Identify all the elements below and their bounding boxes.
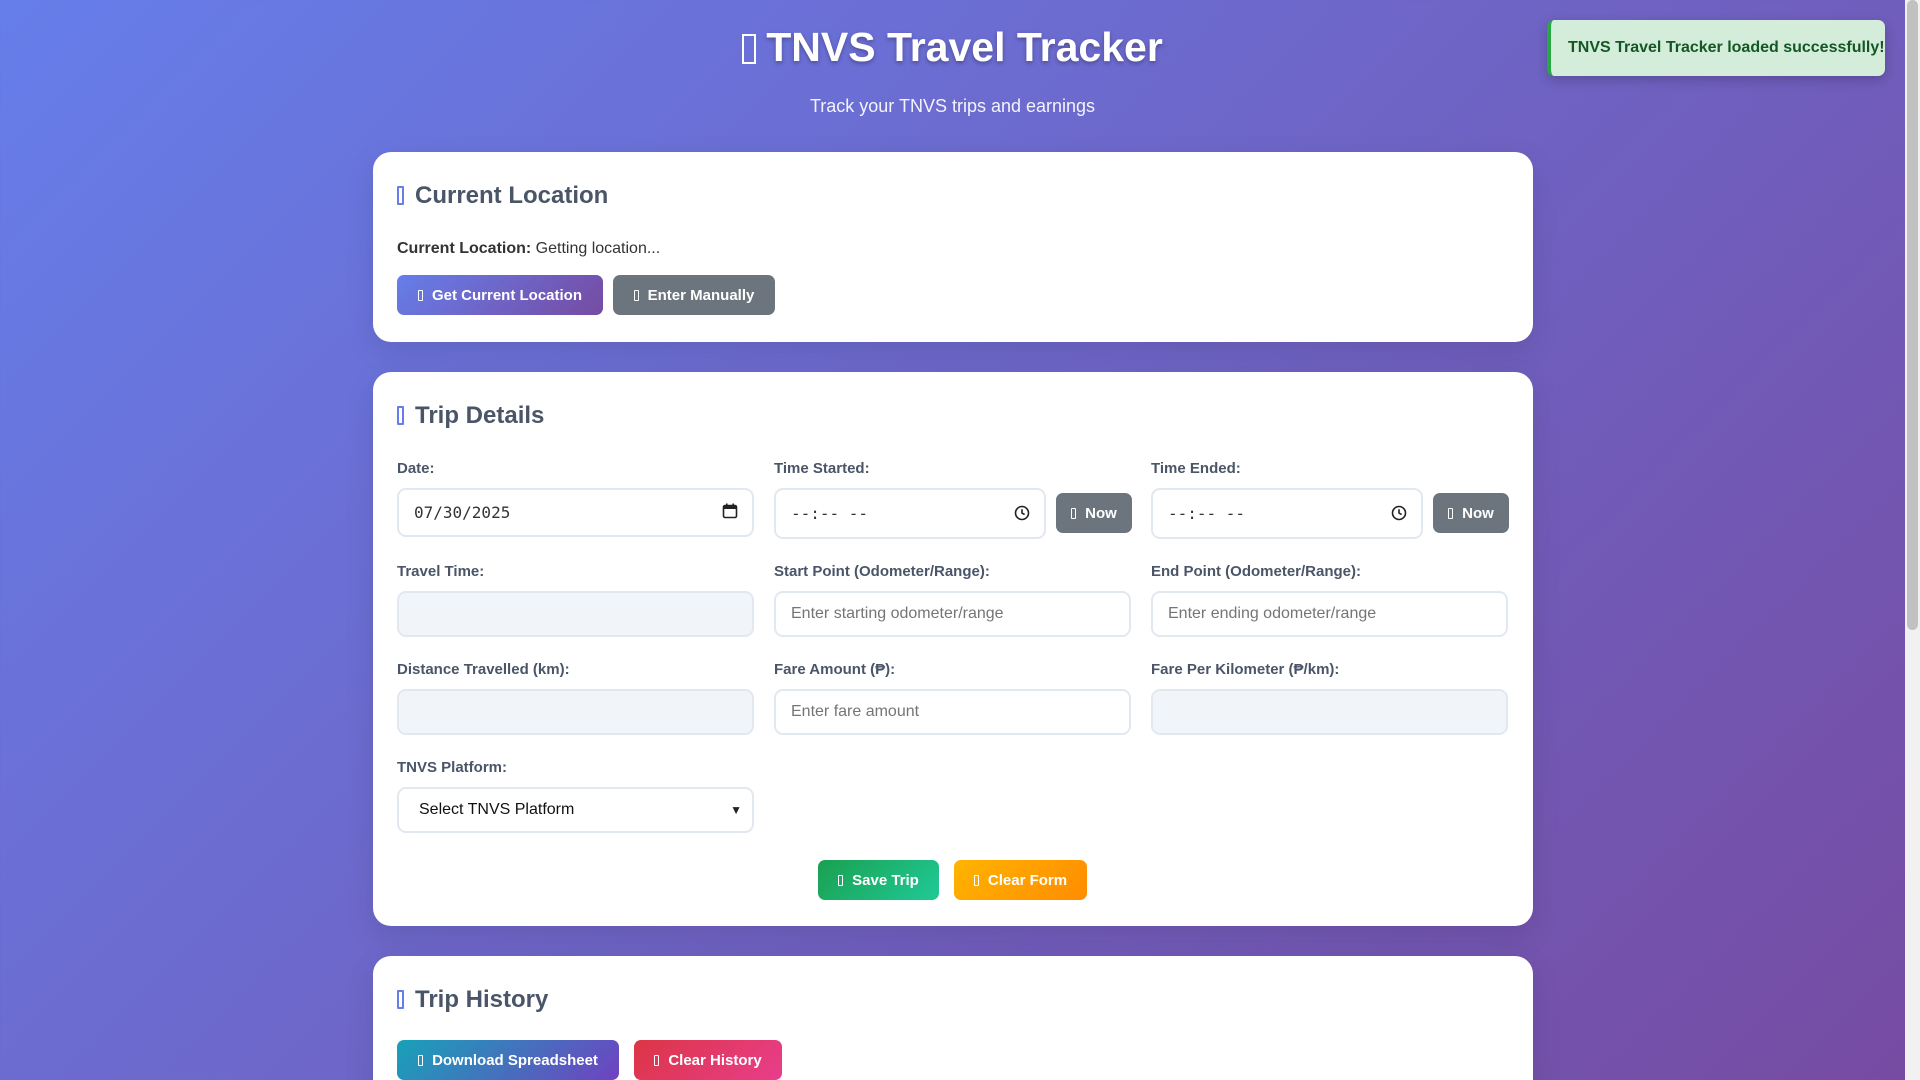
time-ended-now-button[interactable]: Now — [1433, 493, 1509, 533]
success-toast: TNVS Travel Tracker loaded successfully! — [1547, 20, 1885, 76]
save-icon — [838, 874, 844, 886]
chevron-down-icon: ▼ — [730, 803, 742, 817]
trash-icon — [654, 1054, 660, 1066]
current-location-card: Current Location Current Location: Getti… — [373, 152, 1533, 342]
scrollbar-thumb[interactable] — [1907, 0, 1918, 630]
fare-per-km-label: Fare Per Kilometer (₱/km): — [1151, 661, 1340, 678]
date-input[interactable]: 07/30/2025 — [397, 488, 754, 537]
download-icon — [418, 1054, 424, 1066]
page-scrollbar[interactable] — [1905, 0, 1920, 1080]
distance-label: Distance Travelled (km): — [397, 661, 570, 678]
clipboard-icon — [397, 406, 404, 425]
end-point-input[interactable]: Enter ending odometer/range — [1151, 591, 1508, 637]
page: TNVS Travel Tracker Track your TNVS trip… — [0, 0, 1905, 1080]
time-started-label: Time Started: — [774, 460, 870, 477]
calendar-icon[interactable] — [722, 503, 738, 519]
clock-icon — [1071, 507, 1077, 519]
date-label: Date: — [397, 460, 435, 477]
time-started-now-button[interactable]: Now — [1056, 493, 1132, 533]
current-location-heading: Current Location — [397, 182, 608, 210]
fare-per-km-input[interactable] — [1151, 689, 1508, 735]
trip-history-card: Trip History Download Spreadsheet Clear … — [373, 956, 1533, 1080]
current-location-label: Current Location: — [397, 240, 532, 257]
clock-icon[interactable] — [1391, 505, 1407, 521]
time-ended-input[interactable]: --:-- -- — [1151, 488, 1423, 539]
history-icon — [397, 990, 404, 1009]
distance-input[interactable] — [397, 689, 754, 735]
travel-time-label: Travel Time: — [397, 563, 485, 580]
clock-icon[interactable] — [1014, 505, 1030, 521]
clear-form-button[interactable]: Clear Form — [954, 860, 1087, 900]
clear-history-button[interactable]: Clear History — [634, 1040, 782, 1080]
crosshairs-icon — [417, 289, 423, 301]
start-point-label: Start Point (Odometer/Range): — [774, 563, 990, 580]
current-location-display: Current Location: Getting location... — [397, 240, 660, 258]
fare-amount-input[interactable]: Enter fare amount — [774, 689, 1131, 735]
trip-details-heading: Trip Details — [397, 402, 544, 430]
clock-icon — [1448, 507, 1454, 519]
fare-amount-label: Fare Amount (₱): — [774, 661, 896, 678]
save-trip-button[interactable]: Save Trip — [818, 860, 939, 900]
download-spreadsheet-button[interactable]: Download Spreadsheet — [397, 1040, 619, 1080]
trip-history-heading: Trip History — [397, 986, 548, 1014]
eraser-icon — [973, 874, 979, 886]
start-point-input[interactable]: Enter starting odometer/range — [774, 591, 1131, 637]
platform-label: TNVS Platform: — [397, 759, 508, 776]
car-icon — [742, 34, 757, 64]
travel-time-input[interactable] — [397, 591, 754, 637]
map-marker-icon — [397, 186, 404, 205]
edit-icon — [633, 289, 639, 301]
time-started-input[interactable]: --:-- -- — [774, 488, 1046, 539]
enter-manually-button[interactable]: Enter Manually — [613, 275, 775, 315]
get-current-location-button[interactable]: Get Current Location — [397, 275, 603, 315]
page-subtitle: Track your TNVS trips and earnings — [809, 96, 1096, 116]
end-point-label: End Point (Odometer/Range): — [1151, 563, 1361, 580]
platform-select[interactable]: Select TNVS Platform ▼ — [397, 787, 754, 833]
current-location-value: Getting location... — [535, 240, 661, 257]
trip-details-card: Trip Details Date: 07/30/2025 Time Start… — [373, 372, 1533, 926]
time-ended-label: Time Ended: — [1151, 460, 1241, 477]
